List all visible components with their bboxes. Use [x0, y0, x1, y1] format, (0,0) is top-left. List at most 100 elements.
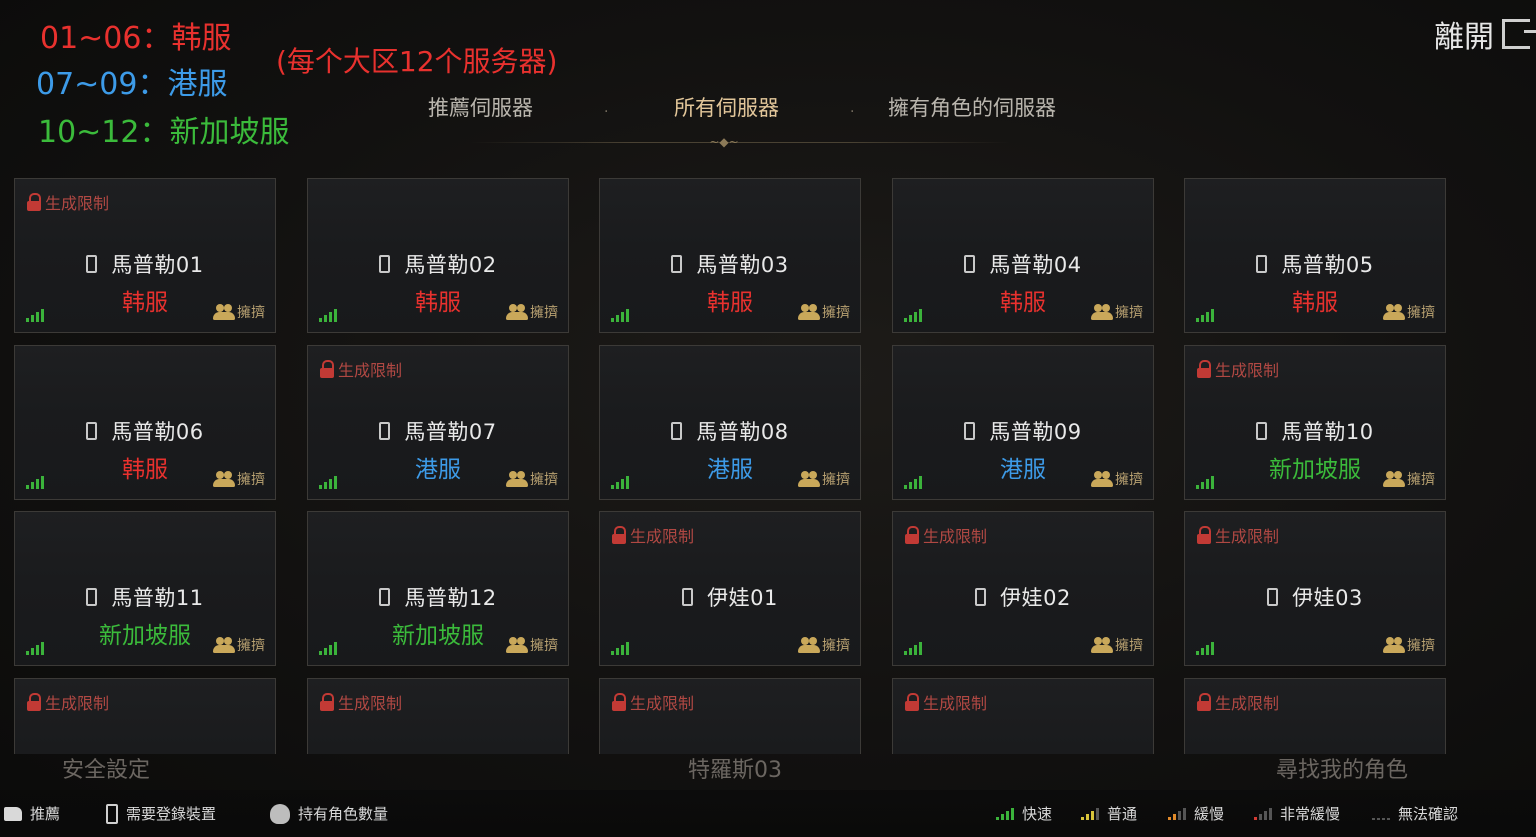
server-name: 馬普勒08	[696, 420, 789, 444]
server-name: 馬普勒01	[111, 253, 204, 277]
server-name: 馬普勒10	[1281, 420, 1374, 444]
server-card[interactable]: 馬普勒06 韩服 擁擠	[14, 345, 276, 500]
tab-recommended[interactable]: 推薦伺服器	[428, 92, 533, 122]
server-card[interactable]: 馬普勒05 韩服 擁擠	[1184, 178, 1446, 333]
server-status: 擁擠	[506, 302, 558, 322]
server-card[interactable]: 生成限制 馬普勒10 新加坡服 擁擠	[1184, 345, 1446, 500]
annotation-korea: 01~06：韩服	[40, 21, 232, 56]
server-card[interactable]: 馬普勒09 港服 擁擠	[892, 345, 1154, 500]
character-icon	[270, 803, 290, 824]
creation-limit-label: 生成限制	[630, 527, 695, 546]
signal-strength-icon	[26, 308, 46, 322]
speed-signal-icon	[996, 807, 1014, 820]
creation-limit: 生成限制	[1197, 523, 1279, 547]
thumbs-up-icon	[4, 806, 22, 821]
bg-security-settings: 安全設定	[62, 758, 151, 783]
server-name: 馬普勒02	[404, 253, 497, 277]
server-tabs: 推薦伺服器 · 所有伺服器 · 擁有角色的伺服器	[410, 92, 1090, 132]
tab-all-servers[interactable]: 所有伺服器	[674, 92, 779, 122]
signal-strength-icon	[904, 308, 924, 322]
server-status-label: 擁擠	[1115, 638, 1143, 654]
server-name-row: 馬普勒10	[1185, 416, 1445, 446]
creation-limit-label: 生成限制	[45, 694, 110, 713]
signal-strength-icon	[26, 475, 46, 489]
creation-limit-label: 生成限制	[1215, 527, 1280, 546]
server-card[interactable]: 生成限制伊娃03 擁擠	[1184, 511, 1446, 666]
signal-strength-icon	[611, 308, 631, 322]
legend-label: 需要登錄裝置	[126, 805, 217, 823]
server-status-label: 擁擠	[1407, 472, 1435, 488]
lock-icon	[905, 693, 919, 711]
exit-button[interactable]: 離開	[1434, 12, 1536, 56]
legend-speed: 快速	[996, 803, 1052, 824]
device-icon	[86, 255, 98, 273]
population-icon	[506, 637, 528, 653]
server-card[interactable]: 生成限制伊娃08	[1184, 678, 1446, 754]
server-card[interactable]: 生成限制 伊娃02 擁擠	[892, 511, 1154, 666]
lock-icon	[1197, 693, 1211, 711]
server-card[interactable]: 馬普勒04 韩服 擁擠	[892, 178, 1154, 333]
server-name: 馬普勒06	[111, 420, 204, 444]
device-icon	[379, 422, 391, 440]
server-name: 馬普勒11	[111, 586, 204, 610]
server-name-row: 馬普勒01	[15, 249, 275, 279]
bg-find-character: 尋找我的角色	[1276, 758, 1409, 783]
server-card[interactable]: 馬普勒11 新加坡服 擁擠	[14, 511, 276, 666]
server-status: 擁擠	[798, 469, 850, 489]
server-card[interactable]: 生成限制伊娃07	[892, 678, 1154, 754]
server-name: 馬普勒03	[696, 253, 789, 277]
server-name: 馬普勒07	[404, 420, 497, 444]
signal-strength-icon	[319, 475, 339, 489]
server-status: 擁擠	[1091, 302, 1143, 322]
server-status-label: 擁擠	[1407, 638, 1435, 654]
server-card[interactable]: 生成限制伊娃06	[599, 678, 861, 754]
server-name-row: 馬普勒11	[15, 582, 275, 612]
signal-strength-icon	[319, 308, 339, 322]
server-status: 擁擠	[1383, 469, 1435, 489]
server-card[interactable]: 馬普勒03 韩服 擁擠	[599, 178, 861, 333]
server-status-label: 擁擠	[1407, 305, 1435, 321]
speed-signal-icon	[1254, 807, 1272, 820]
legend-speed: 無法確認	[1372, 803, 1458, 824]
lock-icon	[612, 526, 626, 544]
tab-owned-character[interactable]: 擁有角色的伺服器	[888, 92, 1056, 122]
server-name-row: 馬普勒03	[600, 249, 860, 279]
server-name: 馬普勒05	[1281, 253, 1374, 277]
creation-limit-label: 生成限制	[338, 361, 403, 380]
server-card[interactable]: 馬普勒02 韩服 擁擠	[307, 178, 569, 333]
device-icon	[379, 255, 391, 273]
server-name: 伊娃03	[1292, 586, 1363, 610]
creation-limit: 生成限制	[320, 357, 402, 381]
server-card[interactable]: 生成限制 馬普勒07 港服 擁擠	[307, 345, 569, 500]
server-name: 馬普勒04	[989, 253, 1082, 277]
lock-icon	[612, 693, 626, 711]
legend-speed: 普通	[1081, 803, 1137, 824]
server-card[interactable]: 馬普勒08 港服 擁擠	[599, 345, 861, 500]
server-status-label: 擁擠	[530, 638, 558, 654]
server-card[interactable]: 生成限制 馬普勒01 韩服 擁擠	[14, 178, 276, 333]
server-name-row: 馬普勒07	[308, 416, 568, 446]
signal-strength-icon	[611, 641, 631, 655]
server-card[interactable]: 生成限制 伊娃01 擁擠	[599, 511, 861, 666]
server-status: 擁擠	[1383, 302, 1435, 322]
creation-limit: 生成限制	[612, 690, 694, 714]
creation-limit-label: 生成限制	[1215, 361, 1280, 380]
population-icon	[506, 471, 528, 487]
device-icon	[86, 588, 98, 606]
bg-server-label: 特羅斯03	[688, 758, 782, 783]
lock-icon	[905, 526, 919, 544]
server-name-row: 馬普勒09	[893, 416, 1153, 446]
signal-strength-icon	[26, 641, 46, 655]
server-card[interactable]: 馬普勒12 新加坡服 擁擠	[307, 511, 569, 666]
server-card[interactable]: 生成限制伊娃04	[14, 678, 276, 754]
server-card[interactable]: 生成限制伊娃05	[307, 678, 569, 754]
annotation-hongkong: 07~09：港服	[36, 67, 228, 102]
server-status-label: 擁擠	[822, 472, 850, 488]
server-name: 馬普勒12	[404, 586, 497, 610]
legend-speed: 緩慢	[1168, 803, 1224, 824]
creation-limit: 生成限制	[905, 523, 987, 547]
creation-limit-label: 生成限制	[45, 194, 110, 213]
server-name-row: 伊娃07	[893, 749, 1153, 754]
legend-character-count: 持有角色數量	[270, 803, 388, 824]
speed-signal-icon	[1081, 807, 1099, 820]
